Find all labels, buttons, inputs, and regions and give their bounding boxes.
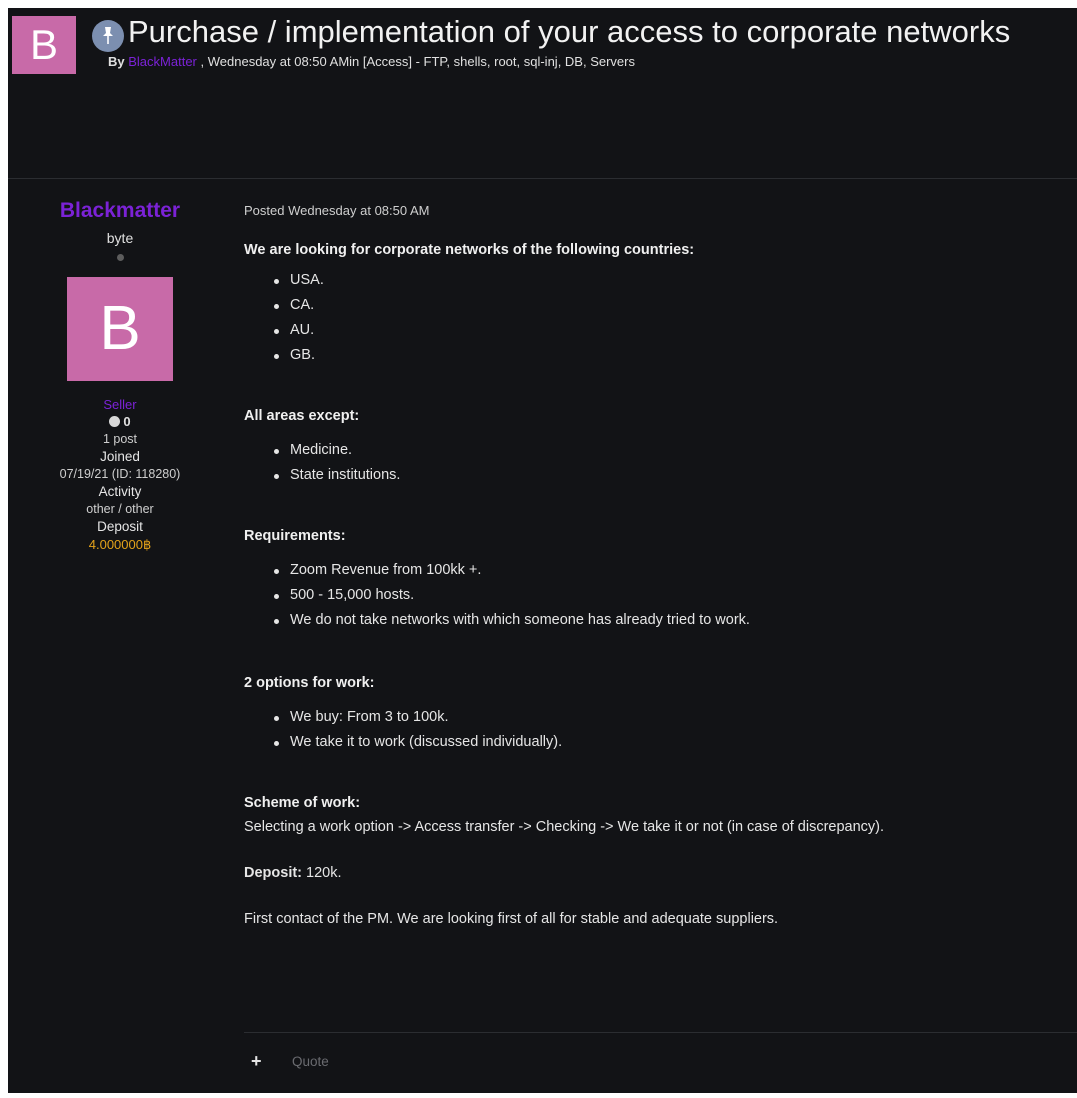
joined-label: Joined xyxy=(100,449,140,464)
plus-icon[interactable]: + xyxy=(251,1051,262,1072)
joined-value: 07/19/21 (ID: 118280) xyxy=(59,467,181,481)
deposit-value: 4.000000฿ xyxy=(88,537,152,552)
header-divider xyxy=(8,178,1077,179)
by-label: By xyxy=(108,54,125,69)
list-item: AU. xyxy=(272,318,1074,343)
deposit-label: Deposit xyxy=(97,519,143,534)
list-item: Zoom Revenue from 100kk +. xyxy=(272,558,1074,583)
topic-author-link[interactable]: BlackMatter xyxy=(128,54,197,69)
topic-meta-details: , Wednesday at 08:50 AMin [Access] - FTP… xyxy=(200,54,635,69)
topic-meta: By BlackMatter , Wednesday at 08:50 AMin… xyxy=(108,54,635,69)
topic-header: B Purchase / implementation of your acce… xyxy=(8,8,1077,178)
author-username[interactable]: Blackmatter xyxy=(8,198,232,224)
page-frame: B Purchase / implementation of your acce… xyxy=(8,8,1077,1093)
list-item: 500 - 15,000 hosts. xyxy=(272,583,1074,608)
quote-button[interactable]: Quote xyxy=(292,1054,329,1069)
author-group: Seller xyxy=(103,397,137,412)
list-item: We buy: From 3 to 100k. xyxy=(272,705,1074,730)
post-date[interactable]: Posted Wednesday at 08:50 AM xyxy=(244,203,1074,218)
deposit-line-label: Deposit: xyxy=(244,865,302,881)
topic-author-avatar[interactable]: B xyxy=(12,16,76,74)
deposit-line-value: 120k. xyxy=(302,865,342,881)
post-footer-divider xyxy=(244,1032,1077,1033)
list-item: USA. xyxy=(272,268,1074,293)
list-item: GB. xyxy=(272,343,1074,368)
list-item: State institutions. xyxy=(272,463,1074,488)
author-avatar[interactable]: B xyxy=(67,277,173,381)
reputation-icon xyxy=(109,416,121,427)
list-item: CA. xyxy=(272,293,1074,318)
activity-label: Activity xyxy=(98,484,142,499)
requirements-heading: Requirements: xyxy=(244,528,346,544)
pin-icon xyxy=(92,20,124,52)
countries-list: USA. CA. AU. GB. xyxy=(272,268,1074,368)
countries-heading: We are looking for corporate networks of… xyxy=(244,242,695,258)
scheme-heading: Scheme of work: xyxy=(244,795,361,811)
list-item: We take it to work (discussed individual… xyxy=(272,730,1074,755)
author-reputation: 0 xyxy=(8,414,232,429)
activity-value: other / other xyxy=(86,502,154,516)
online-status-icon xyxy=(116,254,124,261)
scheme-text: Selecting a work option -> Access transf… xyxy=(244,819,885,835)
author-post-count: 1 post xyxy=(102,432,138,446)
areas-list: Medicine. State institutions. xyxy=(272,438,1074,488)
author-sidebar: Blackmatter byte B Seller 0 1 post Joine… xyxy=(8,198,232,553)
author-rank: byte xyxy=(106,230,134,246)
deposit-line: Deposit: 120k. xyxy=(244,865,1074,881)
options-list: We buy: From 3 to 100k. We take it to wo… xyxy=(272,705,1074,755)
requirements-list: Zoom Revenue from 100kk +. 500 - 15,000 … xyxy=(272,558,1074,633)
areas-heading: All areas except: xyxy=(244,408,360,424)
closing-text: First contact of the PM. We are looking … xyxy=(244,911,779,927)
options-heading: 2 options for work: xyxy=(244,675,375,691)
topic-title: Purchase / implementation of your access… xyxy=(128,14,1011,49)
list-item: Medicine. xyxy=(272,438,1074,463)
list-item: We do not take networks with which someo… xyxy=(272,608,1074,633)
post-body: Posted Wednesday at 08:50 AM We are look… xyxy=(244,203,1074,927)
reputation-value: 0 xyxy=(123,414,131,429)
